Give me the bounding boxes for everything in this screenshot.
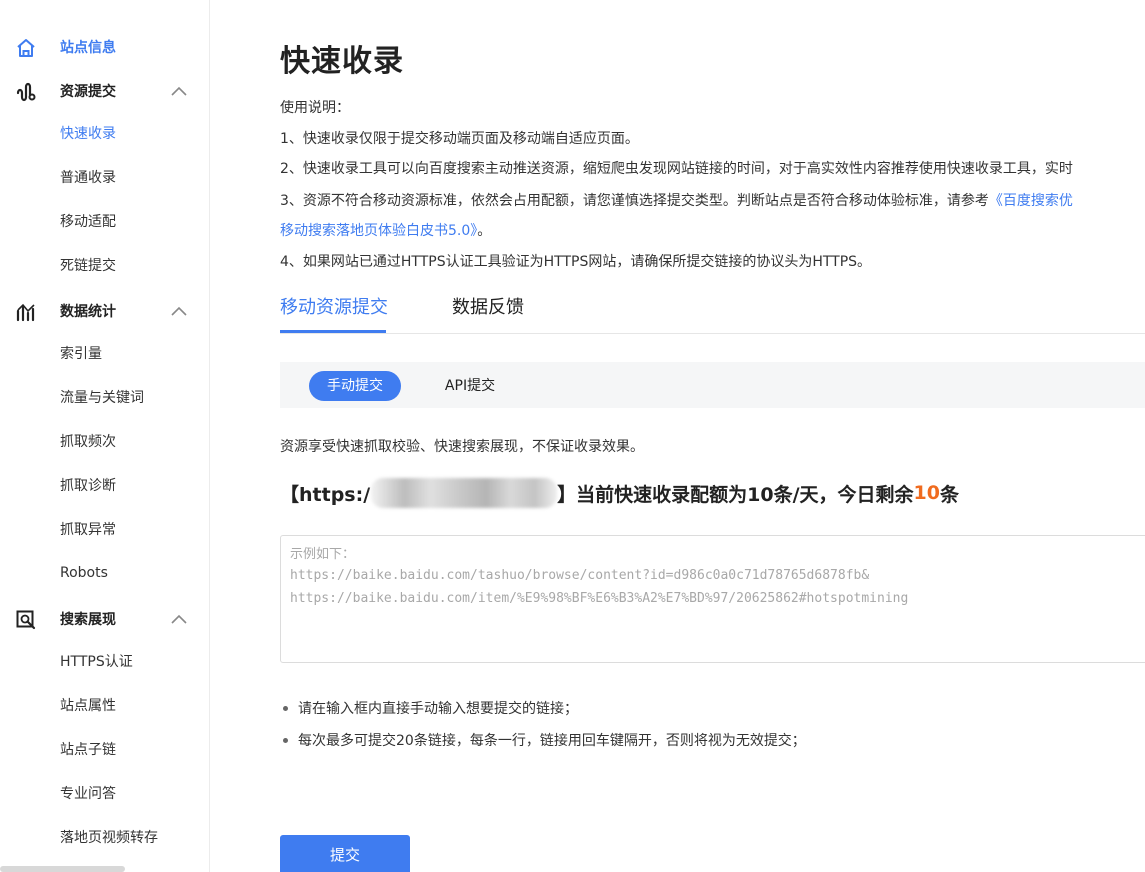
resource-description: 资源享受快速抓取校验、快速搜索展现，不保证收录效果。: [280, 439, 644, 455]
sidebar-item-label: 快速收录: [60, 126, 116, 142]
chevron-up-icon[interactable]: [170, 84, 188, 98]
sidebar-item-label: Robots: [60, 565, 108, 581]
sidebar-item-traffic-keywords[interactable]: 流量与关键词: [0, 381, 209, 413]
placeholder-line: https://baike.baidu.com/item/%E9%98%BF%E…: [290, 591, 909, 606]
submit-mode-bar: 手动提交 API提交: [280, 362, 1145, 408]
sidebar-group-label: 搜索展现: [60, 612, 116, 628]
sidebar-item-label: 落地页视频转存: [60, 830, 158, 846]
note-item: 每次最多可提交20条链接，每条一行，链接用回车键隔开，否则将视为无效提交；: [280, 730, 806, 762]
sidebar-group-statistics[interactable]: 数据统计: [0, 293, 209, 329]
instruction-line: 4、如果网站已通过HTTPS认证工具验证为HTTPS网站，请确保所提交链接的协议…: [280, 254, 872, 270]
tab-data-feedback[interactable]: 数据反馈: [452, 289, 524, 333]
quota-site-prefix: 【https:/: [280, 483, 371, 506]
quota-remaining: 10: [913, 482, 940, 504]
statistics-icon: [14, 300, 38, 324]
sidebar-item-label: 站点子链: [60, 742, 116, 758]
sidebar-item-label: 站点信息: [60, 40, 116, 56]
sidebar: 站点信息 资源提交 快速收录 普通收录 移动适配 死链提交 数据统计 索引量 流…: [0, 0, 210, 872]
sidebar-group-label: 资源提交: [60, 84, 116, 100]
sidebar-group-label: 数据统计: [60, 304, 116, 320]
whitepaper-link[interactable]: 《百度搜索优: [989, 193, 1073, 209]
quota-text: 】当前快速收录配额为10条/天，今日剩余: [557, 483, 914, 506]
sidebar-item-robots[interactable]: Robots: [0, 557, 209, 589]
sidebar-item-site-info[interactable]: 站点信息: [0, 29, 209, 65]
instruction-line: 3、资源不符合移动资源标准，依然会占用配额，请您谨慎选择提交类型。判断站点是否符…: [280, 190, 1073, 210]
main-content: 快速收录 使用说明： 1、快速收录仅限于提交移动端页面及移动端自适应页面。 2、…: [210, 0, 1145, 872]
redacted-site-url: [371, 478, 558, 508]
sidebar-group-search-display[interactable]: 搜索展现: [0, 601, 209, 637]
sidebar-item-crawl-errors[interactable]: 抓取异常: [0, 513, 209, 545]
note-item: 请在输入框内直接手动输入想要提交的链接；: [280, 698, 806, 730]
sidebar-item-mobile-adapt[interactable]: 移动适配: [0, 205, 209, 237]
placeholder-line: https://baike.baidu.com/tashuo/browse/co…: [290, 568, 870, 583]
tab-bar: 移动资源提交 数据反馈: [280, 289, 1145, 334]
chevron-up-icon[interactable]: [170, 612, 188, 626]
sidebar-item-https-cert[interactable]: HTTPS认证: [0, 645, 209, 677]
instruction-line: 2、快速收录工具可以向百度搜索主动推送资源，缩短爬虫发现网站链接的时间，对于高实…: [280, 161, 1073, 177]
sidebar-item-site-attributes[interactable]: 站点属性: [0, 689, 209, 721]
sidebar-item-label: 流量与关键词: [60, 390, 144, 406]
sidebar-item-normal-index[interactable]: 普通收录: [0, 161, 209, 193]
sidebar-item-label: 死链提交: [60, 258, 116, 274]
sidebar-item-label: 普通收录: [60, 170, 116, 186]
sidebar-item-crawl-frequency[interactable]: 抓取频次: [0, 425, 209, 457]
sidebar-item-crawl-diagnosis[interactable]: 抓取诊断: [0, 469, 209, 501]
submit-notes: 请在输入框内直接手动输入想要提交的链接； 每次最多可提交20条链接，每条一行，链…: [280, 698, 806, 762]
sidebar-item-landing-video[interactable]: 落地页视频转存: [0, 821, 209, 853]
horizontal-scrollbar[interactable]: [0, 866, 125, 872]
active-tab-indicator: [280, 330, 386, 333]
quota-heading: 【https:/ 】当前快速收录配额为10条/天，今日剩余 10 条: [280, 478, 959, 508]
sidebar-item-label: 专业问答: [60, 786, 116, 802]
api-submit-button[interactable]: API提交: [430, 371, 510, 401]
submit-resource-icon: [14, 80, 38, 104]
instruction-line: 1、快速收录仅限于提交移动端页面及移动端自适应页面。: [280, 131, 639, 147]
sidebar-item-label: 抓取频次: [60, 434, 116, 450]
sidebar-item-label: HTTPS认证: [60, 654, 133, 670]
sidebar-item-label: 移动适配: [60, 214, 116, 230]
whitepaper-link-continued[interactable]: 移动搜索落地页体验白皮书5.0》: [280, 223, 477, 239]
sidebar-item-dead-link[interactable]: 死链提交: [0, 249, 209, 281]
sidebar-item-label: 抓取异常: [60, 522, 116, 538]
sidebar-item-label: 索引量: [60, 346, 102, 362]
sidebar-item-expert-qa[interactable]: 专业问答: [0, 777, 209, 809]
url-input-textarea[interactable]: 示例如下： https://baike.baidu.com/tashuo/bro…: [280, 535, 1145, 663]
instruction-text: 3、资源不符合移动资源标准，依然会占用配额，请您谨慎选择提交类型。判断站点是否符…: [280, 193, 989, 209]
sidebar-item-index-volume[interactable]: 索引量: [0, 337, 209, 369]
tab-mobile-resource-submit[interactable]: 移动资源提交: [280, 289, 388, 333]
sidebar-item-fast-index[interactable]: 快速收录: [0, 117, 209, 149]
placeholder-line: 示例如下：: [290, 547, 356, 562]
home-icon: [14, 36, 38, 60]
chevron-up-icon[interactable]: [170, 304, 188, 318]
sidebar-group-resource-submit[interactable]: 资源提交: [0, 73, 209, 109]
instruction-text: 。: [477, 223, 492, 239]
quota-suffix: 条: [939, 483, 959, 506]
instructions-heading: 使用说明：: [280, 100, 350, 116]
sidebar-item-label: 站点属性: [60, 698, 116, 714]
instruction-line: 移动搜索落地页体验白皮书5.0》。: [280, 220, 491, 240]
manual-submit-button[interactable]: 手动提交: [309, 371, 401, 401]
page-title: 快速收录: [280, 44, 404, 79]
sidebar-item-site-sublinks[interactable]: 站点子链: [0, 733, 209, 765]
search-display-icon: [14, 608, 38, 632]
sidebar-item-label: 抓取诊断: [60, 478, 116, 494]
submit-button[interactable]: 提交: [280, 835, 410, 872]
